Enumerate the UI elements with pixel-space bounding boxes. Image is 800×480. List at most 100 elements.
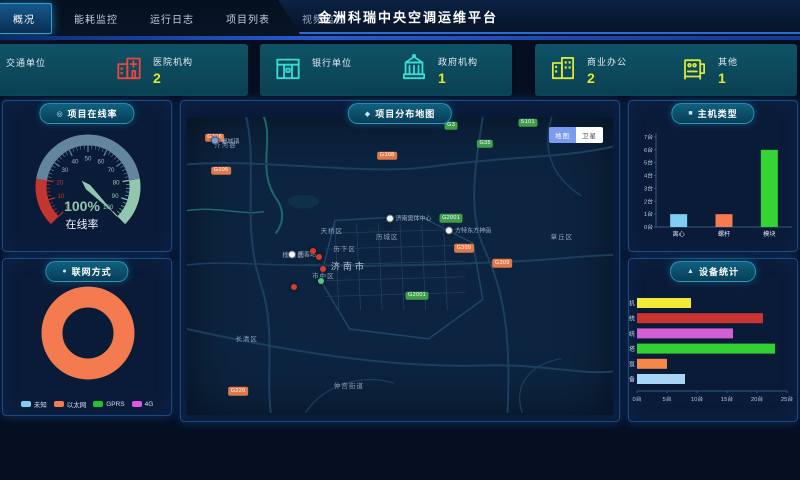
host-bar-1 <box>670 214 687 227</box>
marker-dot-icon <box>288 250 296 258</box>
svg-text:5台: 5台 <box>662 395 671 403</box>
svg-text:冷却塔: 冷却塔 <box>629 345 635 353</box>
road-badge-S101: S101 <box>518 119 537 128</box>
satellite-view-button[interactable]: 卫星 <box>576 127 603 143</box>
project-dot-4[interactable] <box>316 254 322 260</box>
device-stats-bar-chart: 0台5台10台15台20台25台主机冷冻系统冷却系统冷却塔水泵计量设备 <box>629 285 799 417</box>
marker-label: 方特东方神画 <box>455 226 491 235</box>
nav-tab-3[interactable]: 运行日志 <box>134 4 210 33</box>
panel-title: 设备统计 <box>699 265 739 278</box>
legend-item-4[interactable]: 4G <box>132 399 154 409</box>
svg-text:90: 90 <box>112 193 119 200</box>
dashboard-screen: 概况能耗监控运行日志项目列表视频监控 金洲科瑞中央空调运维平台 交通单位 医院机… <box>0 0 800 480</box>
marker-dot-icon <box>386 214 394 222</box>
panel-host-type-header: ■ 主机类型 <box>671 103 754 124</box>
area-label: 长清区 <box>235 333 258 343</box>
legend-swatch <box>54 401 64 407</box>
map-overlays-layer: G308G308G105G309G309G220G3S101G35G2001G2… <box>187 117 613 415</box>
donut-ring <box>52 297 124 369</box>
stat-label: 银行单位 <box>312 56 352 69</box>
svg-text:2台: 2台 <box>644 197 653 205</box>
legend-item-1[interactable]: 未知 <box>21 399 47 409</box>
nav-tab-2[interactable]: 能耗监控 <box>58 4 134 33</box>
chart-icon: ▲ <box>687 268 695 275</box>
device-bar-2 <box>637 313 763 323</box>
project-dot-2[interactable] <box>320 266 326 272</box>
svg-text:0台: 0台 <box>644 223 653 231</box>
gauge-caption: 在线率 <box>66 217 99 231</box>
device-bar-6 <box>637 374 685 384</box>
svg-text:1台: 1台 <box>644 210 653 218</box>
svg-text:水泵: 水泵 <box>629 360 635 368</box>
area-label: 章丘区 <box>551 231 574 241</box>
device-icon <box>680 54 710 86</box>
svg-text:30: 30 <box>61 167 68 174</box>
panel-title: 项目在线率 <box>68 107 118 120</box>
stat-label: 交通单位 <box>6 56 46 69</box>
svg-text:10台: 10台 <box>691 395 703 403</box>
road-badge-G220: G220 <box>228 387 248 396</box>
host-bar-2 <box>716 214 733 227</box>
legend-swatch <box>132 401 142 407</box>
stat-label: 医院机构 <box>153 55 193 68</box>
map-marker-2[interactable]: 济南奥体中心 <box>386 214 432 223</box>
svg-text:冷冻系统: 冷冻系统 <box>629 315 635 323</box>
panel-title: 主机类型 <box>698 107 738 120</box>
host-bar-3 <box>761 150 778 227</box>
map-marker-1[interactable]: 晏城镇 <box>211 136 239 145</box>
svg-text:60: 60 <box>97 159 104 166</box>
city-label: 济南市 <box>331 260 367 273</box>
project-dot-3[interactable] <box>291 284 297 290</box>
project-map[interactable]: G308G308G105G309G309G220G3S101G35G2001G2… <box>187 117 613 415</box>
svg-text:4台: 4台 <box>644 172 653 180</box>
area-label: 历下区 <box>333 243 356 253</box>
svg-text:计量设备: 计量设备 <box>629 376 635 384</box>
legend-item-3[interactable]: GPRS <box>93 399 124 409</box>
device-bar-3 <box>637 328 733 338</box>
svg-text:50: 50 <box>85 156 92 163</box>
panel-network-type-header: ● 联网方式 <box>45 261 128 282</box>
stat-item: 交通单位 <box>0 54 101 86</box>
road-badge-G2001: G2001 <box>406 292 429 301</box>
svg-text:螺杆: 螺杆 <box>718 230 730 238</box>
nav-tab-1[interactable]: 概况 <box>0 3 52 34</box>
road-badge-G309: G309 <box>492 259 512 268</box>
svg-text:70: 70 <box>108 167 115 174</box>
nav-tab-4[interactable]: 项目列表 <box>210 4 286 33</box>
panel-project-map: ◆ 项目分布地图 G308G308G105G309G309G220G3S101G… <box>180 100 620 422</box>
summary-card-1[interactable]: 交通单位 医院机构 2 <box>0 44 248 96</box>
platform-title-box: 金洲科瑞中央空调运维平台 <box>278 0 800 34</box>
project-dot-1[interactable] <box>310 248 316 254</box>
hospital-icon <box>115 54 145 86</box>
area-label: 仲宫街道 <box>334 380 364 390</box>
panel-device-stats: ▲ 设备统计 0台5台10台15台20台25台主机冷冻系统冷却系统冷却塔水泵计量… <box>628 258 798 422</box>
svg-text:冷却系统: 冷却系统 <box>629 330 635 338</box>
platform-title: 金洲科瑞中央空调运维平台 <box>318 7 498 26</box>
online-rate-gauge: 0102030405060708090100100%在线率 <box>3 123 173 247</box>
host-type-bar-chart: 0台1台2台3台4台5台6台7台离心螺杆模块 <box>632 121 796 251</box>
legend-item-2[interactable]: 以太网 <box>54 399 87 409</box>
stat-value: 2 <box>587 70 627 86</box>
svg-text:20: 20 <box>56 180 63 187</box>
map-marker-3[interactable]: 方特东方神画 <box>445 226 491 235</box>
road-badge-G308: G308 <box>377 151 397 160</box>
area-label: 天桥区 <box>321 225 344 235</box>
map-view-button[interactable]: 地图 <box>549 127 576 143</box>
stat-item: 商业办公 2 <box>535 54 666 86</box>
office-icon <box>549 54 579 86</box>
stat-label: 商业办公 <box>587 55 627 68</box>
project-dot-5[interactable] <box>318 278 324 284</box>
svg-text:5台: 5台 <box>644 159 653 167</box>
device-bar-1 <box>637 298 691 308</box>
stat-label: 其他 <box>718 55 738 68</box>
road-badge-G105: G105 <box>211 166 231 175</box>
wifi-icon: ● <box>62 268 67 275</box>
panel-device-stats-header: ▲ 设备统计 <box>670 261 756 282</box>
panel-online-rate-header: ◎ 项目在线率 <box>39 103 134 124</box>
stat-value: 2 <box>153 70 193 86</box>
summary-card-3[interactable]: 商业办公 2 其他 1 <box>535 44 797 96</box>
svg-text:模块: 模块 <box>763 230 775 238</box>
summary-card-2[interactable]: 银行单位 政府机构 1 <box>260 44 512 96</box>
stat-label: 政府机构 <box>438 55 478 68</box>
svg-text:25台: 25台 <box>781 395 793 403</box>
